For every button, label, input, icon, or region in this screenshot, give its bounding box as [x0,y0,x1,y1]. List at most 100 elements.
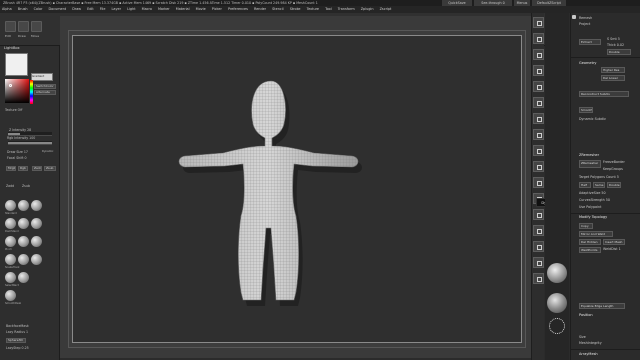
lightbox-title[interactable]: LightBox [4,46,20,50]
spix-button[interactable] [533,33,544,44]
damstand-brush-icon[interactable] [5,218,16,229]
expand-icon[interactable] [572,15,576,19]
floor-button[interactable] [533,129,544,140]
menu-stencil[interactable]: Stencil [272,7,283,11]
gradient-button[interactable]: Gradient [31,73,53,81]
menu-layer[interactable]: Layer [112,7,121,11]
double-button[interactable]: Double [607,49,631,55]
del-hidden-button[interactable]: Del Hidden [579,239,601,245]
hue-strip[interactable] [30,80,33,104]
scroll-button[interactable] [533,49,544,60]
menu-alpha[interactable]: Alpha [2,7,12,11]
size-label[interactable]: Size [579,335,586,339]
menu-render[interactable]: Render [254,7,266,11]
color-picker[interactable] [5,79,29,103]
scale-view-button[interactable] [533,225,544,236]
zremesher-button[interactable]: ZRemesher [579,160,601,168]
texture-slot[interactable] [5,53,28,76]
mesh-integrity-label[interactable]: MeshIntegrity [579,341,602,345]
mrgb-button[interactable]: Mrgb [6,166,16,171]
rgb-intensity-slider[interactable]: Rgb Intensity 100 [7,136,35,140]
clipcurve-brush-icon[interactable] [18,272,29,283]
copy-button[interactable]: Copy [579,223,593,229]
weld-dist-slider[interactable]: WeldDist 1 [603,247,621,251]
movetopo-brush-icon[interactable] [5,254,16,265]
menu-preferences[interactable]: Preferences [228,7,248,11]
move-brush-icon[interactable] [18,200,29,211]
brush-alpha-thumbnail[interactable] [549,318,565,334]
zsub-button[interactable]: Zsub [44,166,56,171]
project-label[interactable]: Project [579,22,590,26]
material-thumbnail[interactable] [547,293,567,313]
higher-res-button[interactable]: Higher Res [601,67,625,73]
keep-groups-toggle[interactable]: KeepGroups [603,167,623,171]
menu-zplugin[interactable]: Zplugin [361,7,374,11]
zoom-button[interactable] [533,65,544,76]
menu-color[interactable]: Color [34,7,43,11]
reconstruct-subdiv-button[interactable]: Reconstruct Subdiv [579,91,629,97]
del-lower-button[interactable]: Del Lower [601,75,625,81]
menu-marker[interactable]: Marker [158,7,170,11]
menu-stroke[interactable]: Stroke [290,7,301,11]
menu-edit[interactable]: Edit [87,7,94,11]
same-button[interactable]: Same [593,182,605,188]
menu-movie[interactable]: Movie [196,7,206,11]
double-polys-button[interactable]: Double [607,182,621,188]
weld-points-button[interactable]: WeldPoints [579,247,601,253]
smoothpeak-brush-icon[interactable] [5,290,16,301]
aahalf-button[interactable] [533,97,544,108]
alternate-button[interactable]: Alternate [34,90,56,95]
xyz-button[interactable] [533,177,544,188]
remesh-label[interactable]: Remesh [579,16,592,20]
claybuild-brush-icon[interactable] [31,200,42,211]
menu-light[interactable]: Light [127,7,135,11]
transp-button[interactable] [533,273,544,284]
equalize-edge-button[interactable]: Equalize Edge Length [579,303,625,309]
rgb-button[interactable]: Rgb [18,166,28,171]
draw-size-slider[interactable]: Draw Size 17 [7,150,28,154]
standard-brush-icon[interactable] [5,200,16,211]
move-view-button[interactable] [533,209,544,220]
menu-document[interactable]: Document [49,7,67,11]
rotate-view-button[interactable] [533,241,544,252]
extract-button[interactable]: Extract [579,39,601,45]
dynamic-subdiv-label[interactable]: Dynamic Subdiv [579,117,606,121]
menu-brush[interactable]: Brush [18,7,28,11]
zadd-button[interactable]: Zadd [32,166,42,171]
slash-brush-icon[interactable] [31,236,42,247]
focal-shift-slider[interactable]: Focal Shift 0 [7,156,27,160]
menu-file[interactable]: File [100,7,106,11]
sphere-tool-thumbnail[interactable] [547,263,567,283]
curves-strength-slider[interactable]: CurvesStrength 50 [579,198,610,202]
hpolish-brush-icon[interactable] [18,218,29,229]
character-mesh[interactable] [73,36,523,344]
dynamic-toggle[interactable]: Dynamic [42,150,53,153]
menu-zscript[interactable]: Zscript [380,7,392,11]
lazy-step-slider[interactable]: LazyStep 0.25 [6,346,29,350]
target-polygons-slider[interactable]: Target Polygons Count 5 [579,175,619,179]
adaptive-size-slider[interactable]: AdaptiveSize 50 [579,191,606,195]
rgb-intensity-track[interactable] [8,141,52,145]
half-button[interactable]: Half [579,182,591,188]
insert-mesh-button[interactable]: Insert Mesh [603,239,625,245]
move-mode-button[interactable] [31,21,42,32]
s-smt-slider[interactable]: S Smt 5 [607,37,620,41]
zremesher-header[interactable]: ZRemesher [579,153,599,157]
sphere3d-tool-button[interactable]: Sphere3D [6,338,26,343]
position-header[interactable]: Position [579,313,593,317]
menu-transform[interactable]: Transform [338,7,355,11]
modify-topology-header[interactable]: Modify Topology [579,215,607,219]
persp-button[interactable] [533,113,544,124]
document-canvas[interactable] [68,30,526,348]
local-button[interactable] [533,145,544,156]
maskpen-brush-icon[interactable] [31,254,42,265]
menu-draw[interactable]: Draw [72,7,81,11]
mirror-weld-button[interactable]: Mirror And Weld [579,231,613,237]
freeze-border-toggle[interactable]: FreezeBorder [603,160,625,164]
array-mesh-header[interactable]: ArrayMesh [579,352,598,356]
menu-material[interactable]: Material [176,7,190,11]
draw-mode-button[interactable] [18,21,29,32]
menu-picker[interactable]: Picker [212,7,222,11]
geometry-header[interactable]: Geometry [579,61,596,65]
menu-macro[interactable]: Macro [142,7,152,11]
